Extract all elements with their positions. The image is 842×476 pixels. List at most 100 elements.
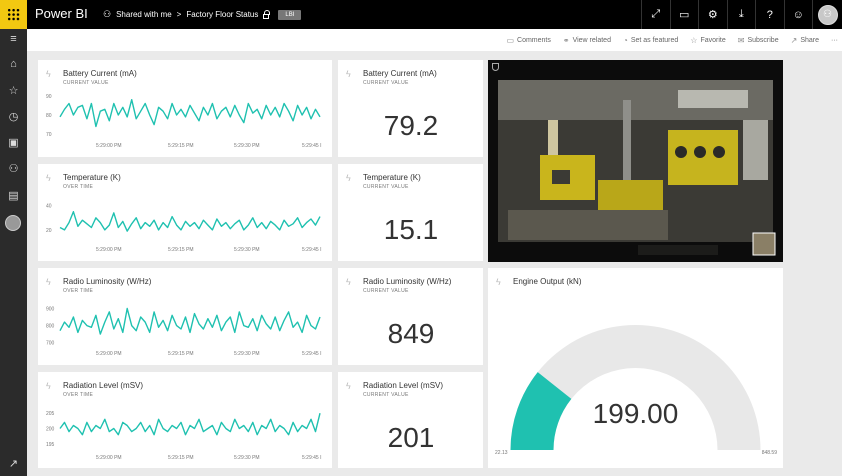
related-icon: ⚭ (562, 35, 570, 45)
help-icon: ? (766, 8, 773, 21)
lightning-icon: ϟ (346, 69, 351, 79)
x-tick-label: 5:29:00 PM (96, 247, 122, 253)
more-button[interactable]: ··· (831, 37, 838, 44)
breadcrumb: ⚇ Shared with me > Factory Floor Status … (103, 9, 302, 20)
y-tick-label: 700 (46, 341, 55, 347)
series-line (59, 99, 321, 128)
nav-home[interactable]: ⌂ (0, 54, 27, 74)
nav-favorites[interactable]: ☆ (0, 80, 27, 100)
more-icon: ··· (831, 36, 838, 44)
arrow-up-right-icon: ↗ (8, 457, 19, 470)
x-tick-label: 5:29:15 PM (168, 455, 194, 461)
x-tick-label: 5:29:00 PM (96, 351, 122, 357)
x-tick-label: 5:29:45 I (302, 247, 321, 253)
action-bar: ▭ Comments ⚭ View related ◔ Set as featured… (27, 29, 842, 51)
x-tick-label: 5:29:15 PM (168, 143, 194, 149)
y-tick-label: 80 (46, 113, 52, 119)
tile-radio-card[interactable]: ϟ Radio Luminosity (W/Hz) CURRENT VALUE … (338, 268, 483, 365)
subscribe-label: Subscribe (747, 36, 779, 44)
lock-icon (263, 9, 271, 19)
x-tick-label: 5:29:15 PM (168, 351, 194, 357)
download-icon: ⤓ (738, 8, 744, 20)
tile-radiation-card[interactable]: ϟ Radiation Level (mSV) CURRENT VALUE 20… (338, 372, 483, 468)
tile-title: Battery Current (mA) (363, 69, 437, 78)
y-tick-label: 40 (46, 204, 52, 210)
left-nav: ≡ ⌂ ☆ ◷ ▣ ⚇ ▤ ↗ (0, 29, 27, 476)
share-button[interactable]: ↗ Share (791, 36, 819, 45)
favorite-button[interactable]: ☆ Favorite (690, 36, 725, 45)
y-tick-label: 195 (46, 442, 55, 448)
mail-icon: ✉ (737, 35, 745, 45)
tile-subtitle: CURRENT VALUE (363, 80, 409, 86)
lightning-icon: ϟ (346, 381, 351, 391)
tile-battery-line[interactable]: ϟ Battery Current (mA) CURRENT VALUE 90 8… (38, 60, 332, 157)
download-button[interactable]: ⤓ (726, 0, 756, 29)
y-tick-label: 200 (46, 427, 55, 433)
tile-video[interactable] (488, 60, 783, 262)
subscribe-button[interactable]: ✉ Subscribe (738, 36, 779, 45)
nav-recent[interactable]: ◷ (0, 106, 27, 126)
line-chart: 205 200 195 5:29:00 PM 5:29:15 PM 5:29:30 PM 5… (46, 411, 321, 461)
x-tick-label: 5:29:30 PM (234, 143, 260, 149)
feedback-button[interactable]: ☺ (783, 0, 813, 29)
waffle-icon (7, 8, 20, 21)
tile-title: Radiation Level (mSV) (363, 381, 444, 390)
comment-icon: ▭ (679, 9, 690, 21)
tile-title: Temperature (K) (363, 173, 421, 182)
view-related-button[interactable]: ⚭ View related (563, 36, 611, 45)
tile-subtitle: CURRENT VALUE (363, 392, 409, 398)
help-button[interactable]: ? (755, 0, 784, 29)
gauge-max-label: 848.59 (761, 450, 777, 456)
y-tick-label: 70 (46, 132, 52, 138)
breadcrumb-separator: > (176, 10, 182, 19)
card-value: 201 (387, 422, 435, 453)
tile-battery-card[interactable]: ϟ Battery Current (mA) CURRENT VALUE 79.… (338, 60, 483, 157)
comments-label: Comments (517, 36, 551, 44)
comments-button[interactable]: ▭ Comments (506, 36, 550, 45)
star-icon: ☆ (8, 84, 19, 97)
series-line (59, 211, 321, 232)
star-icon: ☆ (690, 35, 698, 45)
tile-gauge[interactable]: ϟ Engine Output (kN) 199.00 22.13 848.59 (488, 268, 783, 468)
avatar: ⚇ (817, 4, 838, 25)
breadcrumb-dashboard[interactable]: Factory Floor Status (186, 10, 258, 19)
comment-button[interactable]: ▭ (669, 0, 699, 29)
tile-radiation-line[interactable]: ϟ Radiation Level (mSV) OVER TIME 205 200… (38, 372, 332, 468)
nav-apps[interactable]: ▣ (0, 132, 27, 152)
label-badge: LBI (278, 9, 302, 20)
app-launcher-button[interactable] (0, 0, 27, 29)
x-tick-label: 5:29:45 I (302, 455, 321, 461)
card-value: 79.2 (383, 110, 439, 141)
y-tick-label: 20 (46, 228, 52, 234)
account-button[interactable]: ⚇ (812, 0, 842, 29)
favorite-label: Favorite (700, 36, 726, 44)
tile-radio-line[interactable]: ϟ Radio Luminosity (W/Hz) OVER TIME 900 8… (38, 268, 332, 365)
nav-avatar[interactable] (5, 215, 21, 231)
nav-workspaces[interactable]: ▤ (0, 185, 27, 205)
x-tick-label: 5:29:45 I (302, 351, 321, 357)
settings-button[interactable]: ⚙ (698, 0, 727, 29)
nav-get-data[interactable]: ↗ (0, 453, 27, 473)
nav-shared[interactable]: ⚇ (0, 158, 27, 178)
home-icon: ⌂ (10, 58, 17, 70)
user-icon: ⚇ (823, 9, 832, 20)
x-tick-label: 5:29:45 I (302, 143, 321, 149)
fullscreen-icon: ⤢ (651, 8, 661, 20)
featured-icon: ◔ (622, 35, 628, 45)
gauge-value: 199.00 (592, 398, 679, 429)
card-value: 849 (387, 318, 435, 349)
x-tick-label: 5:29:30 PM (234, 351, 260, 357)
hamburger-button[interactable]: ≡ (0, 29, 27, 49)
tile-temperature-card[interactable]: ϟ Temperature (K) CURRENT VALUE 15.1 (338, 164, 483, 261)
breadcrumb-shared[interactable]: Shared with me (116, 10, 172, 19)
fullscreen-button[interactable]: ⤢ (641, 0, 670, 29)
series-line (59, 307, 321, 335)
tile-temperature-line[interactable]: ϟ Temperature (K) OVER TIME 40 20 5:29:00 … (38, 164, 332, 261)
x-tick-label: 5:29:15 PM (168, 247, 194, 253)
smiley-icon: ☺ (792, 8, 804, 21)
factory-video-frame (488, 60, 783, 262)
gauge-chart (510, 325, 761, 450)
brand-title[interactable]: Power BI (35, 6, 88, 21)
line-chart: 40 20 5:29:00 PM 5:29:15 PM 5:29:30 PM 5:29:4… (46, 204, 321, 253)
set-featured-button[interactable]: ◔ Set as featured (623, 36, 678, 45)
